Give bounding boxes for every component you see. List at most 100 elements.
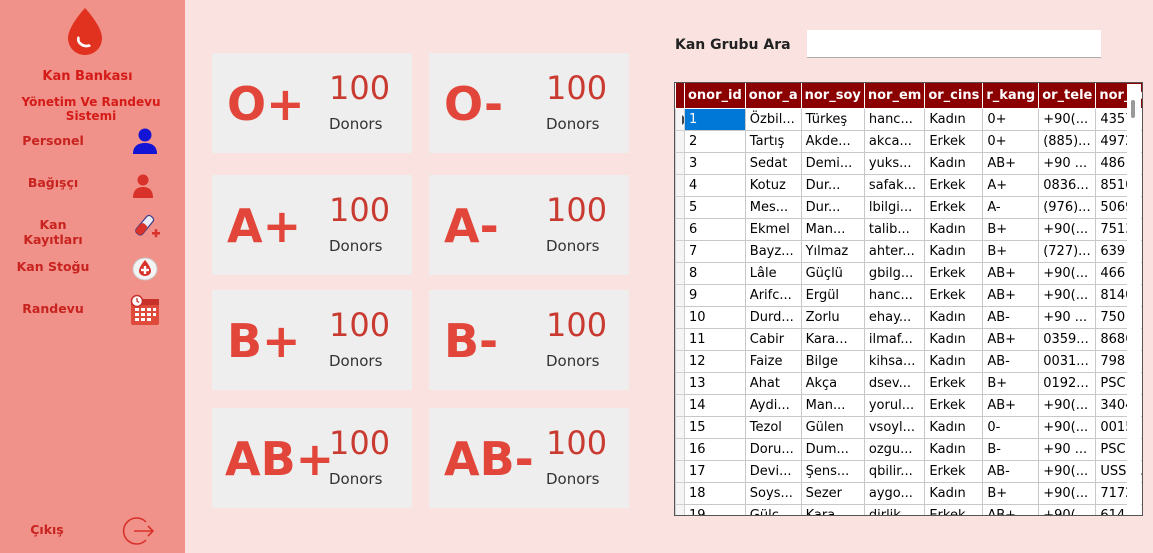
table-cell[interactable]: 19 (684, 503, 746, 515)
table-cell[interactable]: safak... (863, 173, 926, 197)
table-cell[interactable]: Faize (744, 349, 802, 373)
table-cell[interactable]: Kadın (924, 415, 984, 439)
table-cell[interactable]: 2 (684, 129, 746, 153)
table-cell[interactable]: 0192... (1038, 371, 1097, 395)
table-cell[interactable]: 0836... (1038, 173, 1097, 197)
table-row[interactable]: 10 Durd... Zorlu ehay... Kadın AB- +90 ... 750 … (675, 305, 1142, 329)
table-cell[interactable]: 15 (684, 415, 746, 439)
table-cell[interactable]: +90 ... (1038, 151, 1097, 175)
table-cell[interactable]: 0+ (982, 129, 1040, 153)
sidebar-item-bagisci[interactable]: Bağışçı (0, 168, 185, 200)
table-row[interactable]: 3 Sedat Demi... yuks... Kadın AB+ +90 ... 486 .… (675, 151, 1142, 175)
row-header[interactable] (675, 129, 685, 153)
table-cell[interactable]: Kara... (800, 327, 865, 351)
column-header[interactable]: onor_id (684, 83, 746, 109)
table-cell[interactable]: Sezer (800, 481, 865, 505)
row-header[interactable] (675, 217, 685, 241)
table-cell[interactable]: kihsa... (863, 349, 926, 373)
row-header[interactable] (675, 415, 685, 439)
table-cell[interactable]: A- (982, 195, 1040, 219)
grid-vertical-scrollbar[interactable] (1127, 84, 1141, 514)
table-cell[interactable]: dirlik... (863, 503, 926, 515)
row-header[interactable] (675, 393, 685, 417)
table-cell[interactable]: ehay... (863, 305, 926, 329)
table-cell[interactable]: gbilg... (863, 261, 926, 285)
table-row[interactable]: 17 Devi... Şens... qbilir... Erkek AB- +90(...… (675, 459, 1142, 483)
table-cell[interactable]: AB- (982, 305, 1040, 329)
table-cell[interactable]: Lâle (744, 261, 802, 285)
table-cell[interactable]: Erkek (924, 393, 984, 417)
table-cell[interactable]: Durd... (744, 305, 802, 329)
table-cell[interactable]: 12 (684, 349, 746, 373)
table-cell[interactable]: 17 (684, 459, 746, 483)
table-cell[interactable]: Dum... (800, 437, 865, 461)
table-row[interactable]: 8 Lâle Güçlü gbilg... Erkek AB+ +90(... 466 ... (675, 261, 1142, 285)
blood-group-search-input[interactable] (807, 30, 1101, 58)
table-cell[interactable]: 10 (684, 305, 746, 329)
table-cell[interactable]: Kotuz (744, 173, 802, 197)
table-cell[interactable]: Soys... (744, 481, 802, 505)
table-cell[interactable]: +90(... (1038, 261, 1097, 285)
table-cell[interactable]: Kadın (924, 305, 984, 329)
table-cell[interactable]: +90(... (1038, 107, 1097, 131)
table-cell[interactable]: 4 (684, 173, 746, 197)
table-cell[interactable]: B+ (982, 371, 1040, 395)
column-header[interactable]: nor_em (863, 83, 926, 109)
table-cell[interactable]: Ahat (744, 371, 802, 395)
table-cell[interactable]: 3 (684, 151, 746, 175)
sidebar-item-kan-kayitlari[interactable]: Kan Kayıtları (0, 210, 185, 247)
table-cell[interactable]: ahter... (863, 239, 926, 263)
table-cell[interactable]: (885)... (1038, 129, 1097, 153)
table-row[interactable]: 15 Tezol Gülen vsoyl... Kadın 0- +90(... 0015..… (675, 415, 1142, 439)
row-header[interactable] (675, 107, 685, 131)
table-cell[interactable]: Şens... (800, 459, 865, 483)
table-cell[interactable]: qbilir... (863, 459, 926, 483)
table-cell[interactable]: Ergül (800, 283, 865, 307)
table-cell[interactable]: 1 (684, 107, 746, 131)
table-row[interactable]: 9 Arifc... Ergül hanc... Erkek AB+ +90(... 8140… (675, 283, 1142, 307)
table-cell[interactable]: Kadın (924, 349, 984, 373)
row-header[interactable] (675, 327, 685, 351)
row-header[interactable] (675, 503, 685, 515)
table-row[interactable]: 13 Ahat Akça dsev... Erkek B+ 0192... PSC ... (675, 371, 1142, 395)
table-cell[interactable]: 6 (684, 217, 746, 241)
table-cell[interactable]: 8 (684, 261, 746, 285)
table-cell[interactable]: Akça (800, 371, 865, 395)
table-cell[interactable]: Man... (800, 217, 865, 241)
table-row[interactable]: 12 Faize Bilge kihsa... Kadın AB- 0031... 798 .… (675, 349, 1142, 373)
table-cell[interactable]: B- (982, 437, 1040, 461)
row-header[interactable] (675, 349, 685, 373)
table-cell[interactable]: Erkek (924, 459, 984, 483)
table-cell[interactable]: Kadın (924, 107, 984, 131)
table-cell[interactable]: Kara... (800, 503, 865, 515)
table-cell[interactable]: +90(... (1038, 393, 1097, 417)
table-row[interactable]: 7 Bayz... Yılmaz ahter... Kadın B+ (727)... 639… (675, 239, 1142, 263)
table-cell[interactable]: Arifc... (744, 283, 802, 307)
table-cell[interactable]: Mes... (744, 195, 802, 219)
table-cell[interactable]: AB+ (982, 283, 1040, 307)
table-cell[interactable]: Kadın (924, 239, 984, 263)
donor-data-grid[interactable]: onor_id onor_a nor_soy nor_em or_cins r_… (674, 82, 1143, 516)
table-cell[interactable]: +90(... (1038, 503, 1097, 515)
table-cell[interactable]: hanc... (863, 107, 926, 131)
table-cell[interactable]: talib... (863, 217, 926, 241)
table-cell[interactable]: 7 (684, 239, 746, 263)
table-cell[interactable]: B+ (982, 217, 1040, 241)
table-cell[interactable]: hanc... (863, 283, 926, 307)
table-cell[interactable]: Dur... (800, 173, 865, 197)
table-cell[interactable]: Bayz... (744, 239, 802, 263)
table-row[interactable]: 19 Gülc... Kara... dirlik... Erkek AB+ +90(...… (675, 503, 1142, 515)
table-cell[interactable]: dsev... (863, 371, 926, 395)
table-cell[interactable]: 11 (684, 327, 746, 351)
table-row[interactable]: 2 Tartış Akde... akca... Erkek 0+ (885)... 4972… (675, 129, 1142, 153)
table-cell[interactable]: B+ (982, 481, 1040, 505)
row-header[interactable] (675, 151, 685, 175)
grid-corner-cell[interactable] (675, 83, 685, 109)
row-header[interactable] (675, 173, 685, 197)
table-cell[interactable]: +90(... (1038, 217, 1097, 241)
table-cell[interactable]: akca... (863, 129, 926, 153)
table-cell[interactable]: AB+ (982, 151, 1040, 175)
table-row[interactable]: 18 Soys... Sezer aygo... Kadın B+ +90(... 7172.… (675, 481, 1142, 505)
table-cell[interactable]: AB- (982, 459, 1040, 483)
table-row[interactable]: 6 Ekmel Man... talib... Kadın B+ +90(... 7513..… (675, 217, 1142, 241)
